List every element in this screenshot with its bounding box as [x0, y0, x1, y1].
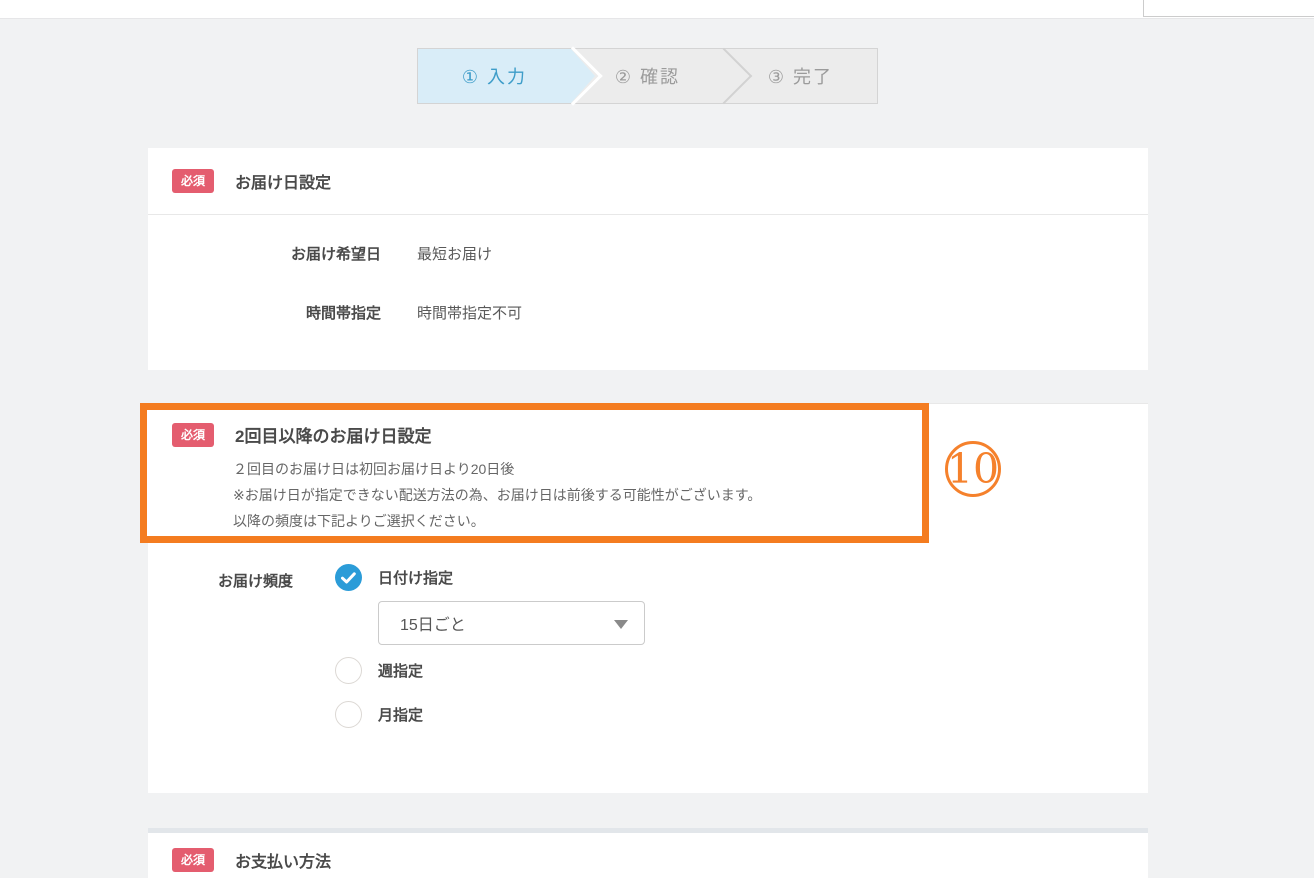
delivery-date-header: 必須 お届け日設定 [148, 148, 1148, 215]
required-badge: 必須 [172, 847, 215, 872]
recurring-delivery-section: 必須 2回目以降のお届け日設定 ２回目のお届け日は初回お届け日より20日後 ※お… [140, 403, 1148, 793]
payment-method-section: 必須 お支払い方法 [148, 828, 1148, 878]
step-complete: ③ 完了 [724, 49, 877, 103]
frequency-options: 日付け指定 15日ごと 週指定 月指定 [335, 564, 645, 728]
option-date-specified[interactable]: 日付け指定 [335, 564, 645, 591]
caret-down-icon [614, 620, 628, 629]
radio-unselected-icon[interactable] [335, 701, 362, 728]
recurring-description: ２回目のお届け日は初回お届け日より20日後 ※お届け日が指定できない配送方法の為… [233, 456, 922, 534]
checkout-stepper: ① 入力 ② 確認 ③ 完了 [417, 46, 878, 106]
top-right-partial-box [1143, 0, 1314, 17]
frequency-label: お届け頻度 [217, 573, 293, 590]
option-date-specified-label: 日付け指定 [378, 570, 454, 587]
radio-selected-icon[interactable] [335, 564, 362, 591]
section-title: お届け日設定 [235, 175, 332, 192]
time-slot-row: 時間帯指定 時間帯指定不可 [205, 302, 1148, 323]
check-icon [341, 571, 356, 583]
description-line: ２回目のお届け日は初回お届け日より20日後 [233, 461, 515, 477]
desired-date-label: お届け希望日 [290, 246, 381, 263]
highlighted-recurring-header: 必須 2回目以降のお届け日設定 ２回目のお届け日は初回お届け日より20日後 ※お… [140, 403, 929, 543]
delivery-date-rows: お届け希望日 最短お届け 時間帯指定 時間帯指定不可 [148, 215, 1148, 323]
description-line: ※お届け日が指定できない配送方法の為、お届け日は前後する可能性がございます。 [233, 487, 762, 503]
step-input-label: ① 入力 [461, 67, 528, 87]
required-badge: 必須 [172, 169, 215, 193]
step-confirm-label: ② 確認 [614, 67, 681, 87]
time-slot-value: 時間帯指定不可 [417, 305, 523, 322]
step-complete-label: ③ 完了 [767, 67, 834, 87]
step-input: ① 入力 [418, 46, 603, 106]
top-bar [0, 0, 1314, 19]
desired-date-row: お届け希望日 最短お届け [205, 243, 1148, 264]
interval-select[interactable]: 15日ごと [378, 601, 645, 645]
payment-header: 必須 お支払い方法 [148, 833, 1148, 878]
option-weekly-label: 週指定 [378, 663, 424, 680]
annotation-number: 10 [946, 444, 1000, 493]
frequency-field: お届け頻度 日付け指定 15日ごと 週指定 月指定 [205, 564, 645, 728]
section-title: 2回目以降のお届け日設定 [235, 427, 432, 446]
interval-select-value: 15日ごと [400, 617, 466, 634]
delivery-date-section: 必須 お届け日設定 お届け希望日 最短お届け 時間帯指定 時間帯指定不可 [148, 148, 1148, 370]
annotation-circled-10: 10 [945, 441, 1001, 497]
required-badge: 必須 [172, 422, 215, 447]
recurring-header-row: 必須 2回目以降のお届け日設定 [172, 422, 922, 447]
option-monthly-label: 月指定 [378, 707, 424, 724]
option-monthly[interactable]: 月指定 [335, 701, 645, 728]
section-title: お支払い方法 [235, 853, 332, 871]
description-line: 以降の頻度は下記よりご選択ください。 [233, 513, 485, 529]
option-weekly[interactable]: 週指定 [335, 657, 645, 684]
time-slot-label: 時間帯指定 [305, 305, 381, 322]
radio-unselected-icon[interactable] [335, 657, 362, 684]
desired-date-value: 最短お届け [417, 246, 493, 263]
